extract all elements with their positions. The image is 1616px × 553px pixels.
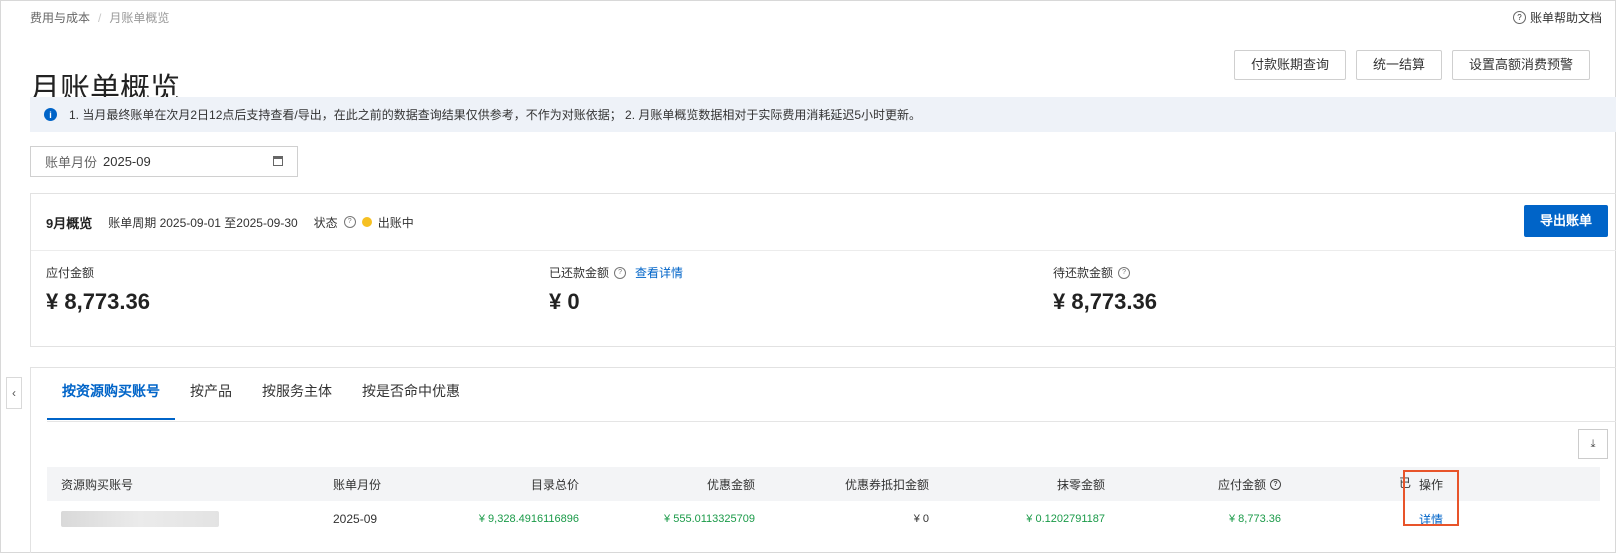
download-icon: ⤓ — [1590, 437, 1596, 450]
help-link[interactable]: ? 账单帮助文档 — [1512, 9, 1602, 26]
action-column-highlight — [1403, 470, 1459, 526]
payable-label: 应付金额 — [46, 264, 150, 281]
calendar-icon — [273, 156, 283, 166]
table-header: 资源购买账号 账单月份 目录总价 优惠金额 优惠券抵扣金额 抹零金额 应付金额 … — [47, 467, 1600, 501]
col-rounding: 抹零金额 — [1056, 477, 1105, 492]
breadcrumb-item-cost[interactable]: 费用与成本 — [30, 11, 90, 25]
payable-question-icon[interactable]: ? — [1270, 478, 1281, 490]
status-question-icon[interactable]: ? — [343, 216, 356, 228]
chevron-left-icon: ‹ — [12, 386, 16, 400]
tab-by-entity[interactable]: 按服务主体 — [247, 368, 347, 420]
sidebar-collapse-toggle[interactable]: ‹ — [6, 377, 22, 409]
unified-settlement-button[interactable]: 统一结算 — [1355, 50, 1442, 80]
cell-account — [47, 511, 319, 527]
paid-label: 已还款金额 ? 查看详情 — [549, 264, 683, 281]
payable-amount-block: 应付金额 ¥ 8,773.36 — [46, 264, 150, 315]
paid-value: ¥ 0 — [549, 289, 580, 314]
tab-by-discount[interactable]: 按是否命中优惠 — [347, 368, 475, 420]
breadcrumb: 费用与成本 / 月账单概览 — [30, 9, 169, 26]
cell-coupon: ¥ 0 — [913, 513, 929, 525]
redacted-account — [61, 511, 219, 527]
overview-header: 9月概览 账单周期 2025-09-01 至2025-09-30 状态 ? 出账… — [31, 194, 1616, 251]
status-dot-icon — [361, 217, 372, 227]
breadcrumb-item-current: 月账单概览 — [109, 11, 170, 25]
payment-period-query-button[interactable]: 付款账期查询 — [1233, 50, 1346, 80]
cell-discount: ¥ 555.0113325709 — [664, 513, 755, 525]
pending-label: 待还款金额 ? — [1053, 264, 1157, 281]
col-account: 资源购买账号 — [61, 477, 134, 492]
month-overview-card: 9月概览 账单周期 2025-09-01 至2025-09-30 状态 ? 出账… — [30, 193, 1616, 347]
status-label: 状态 — [313, 215, 338, 230]
bill-month-label: 账单月份 — [45, 155, 98, 170]
col-paid-partial: 已 — [1281, 474, 1411, 494]
download-button[interactable]: ⤓ — [1578, 429, 1608, 459]
paid-question-icon[interactable]: ? — [614, 266, 627, 279]
high-spend-alert-button[interactable]: 设置高额消费预警 — [1451, 50, 1590, 80]
col-discount: 优惠金额 — [706, 477, 755, 492]
pending-question-icon[interactable]: ? — [1118, 266, 1131, 279]
overview-title: 9月概览 — [46, 215, 93, 231]
cell-month: 2025-09 — [333, 512, 378, 526]
bill-table: 资源购买账号 账单月份 目录总价 优惠金额 优惠券抵扣金额 抹零金额 应付金额 … — [47, 467, 1600, 537]
notice-text: 1. 当月最终账单在次月2日12点后支持查看/导出，在此之前的数据查询结果仅供参… — [69, 108, 922, 122]
bill-detail-panel: 按资源购买账号 按产品 按服务主体 按是否命中优惠 ⤓ 资源购买账号 账单月份 … — [30, 367, 1616, 553]
payable-label-text: 应付金额 — [46, 266, 95, 280]
col-list-price: 目录总价 — [530, 477, 579, 492]
breadcrumb-separator: / — [98, 11, 102, 25]
pending-amount-block: 待还款金额 ? ¥ 8,773.36 — [1053, 264, 1157, 315]
status-value: 出账中 — [377, 215, 414, 230]
col-month: 账单月份 — [333, 477, 382, 492]
tab-by-product[interactable]: 按产品 — [175, 368, 247, 420]
col-coupon: 优惠券抵扣金额 — [844, 477, 929, 492]
help-label: 账单帮助文档 — [1529, 11, 1602, 25]
col-payable-label: 应付金额 — [1217, 477, 1266, 492]
info-icon: i — [44, 108, 57, 121]
pending-value: ¥ 8,773.36 — [1053, 289, 1157, 314]
cell-list-price: ¥ 9,328.4916116896 — [478, 513, 579, 525]
cell-payable: ¥ 8,773.36 — [1229, 513, 1281, 525]
export-bill-button[interactable]: 导出账单 — [1523, 205, 1608, 237]
notice-banner: i 1. 当月最终账单在次月2日12点后支持查看/导出，在此之前的数据查询结果仅… — [30, 97, 1616, 132]
bill-month-picker[interactable]: 账单月份 2025-09 — [30, 146, 298, 177]
table-row: 2025-09 ¥ 9,328.4916116896 ¥ 555.0113325… — [47, 501, 1600, 537]
bill-month-value: 2025-09 — [103, 154, 151, 169]
tab-by-account[interactable]: 按资源购买账号 — [47, 368, 175, 420]
pending-label-text: 待还款金额 — [1053, 266, 1114, 280]
paid-amount-block: 已还款金额 ? 查看详情 ¥ 0 — [549, 264, 683, 315]
top-button-group: 付款账期查询 统一结算 设置高额消费预警 — [1233, 50, 1590, 80]
view-details-link[interactable]: 查看详情 — [635, 264, 683, 281]
paid-label-text: 已还款金额 — [549, 266, 610, 280]
bill-status: 状态 ? 出账中 — [314, 214, 414, 231]
payable-value: ¥ 8,773.36 — [46, 289, 150, 314]
question-icon: ? — [1512, 11, 1526, 24]
col-payable: 应付金额 ? — [1105, 476, 1281, 493]
bill-period: 账单周期 2025-09-01 至2025-09-30 — [108, 215, 298, 230]
tab-bar: 按资源购买账号 按产品 按服务主体 按是否命中优惠 — [47, 368, 1616, 422]
cell-rounding: ¥ 0.1202791187 — [1026, 513, 1105, 525]
